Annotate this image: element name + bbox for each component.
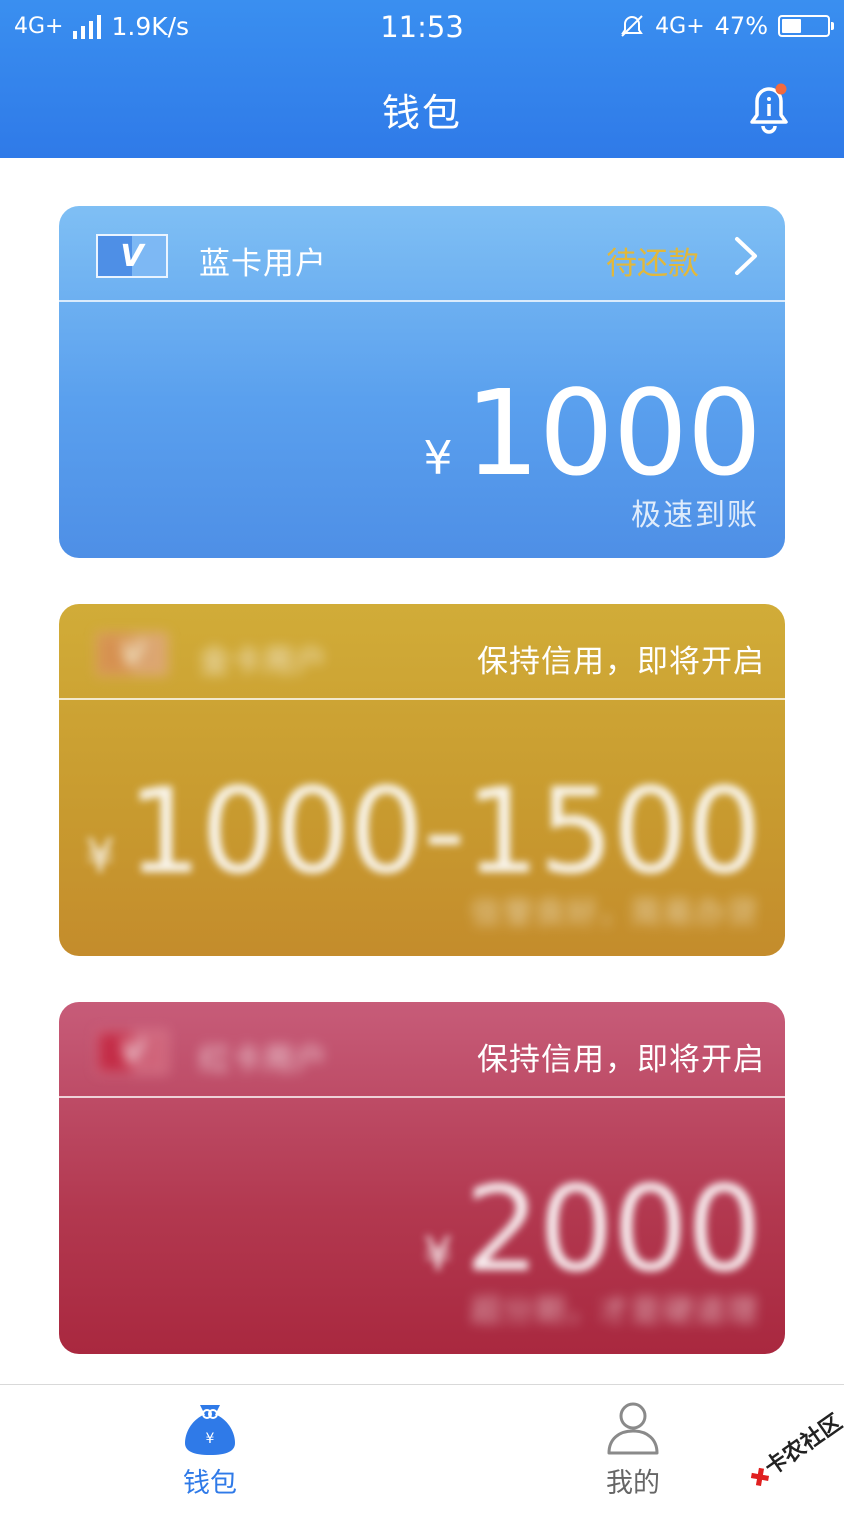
- watermark-text: 卡农社区: [760, 1409, 844, 1481]
- alarm-off-icon: [621, 15, 644, 37]
- watermark: ✖ 卡农社区: [728, 1392, 844, 1514]
- card-badge-icon: V: [96, 1030, 168, 1074]
- money-bag-icon: ¥: [185, 1405, 235, 1455]
- card-header: V 蓝卡用户 待还款: [59, 206, 785, 302]
- card-note: 极速到账: [631, 498, 759, 533]
- card-badge-icon: V: [96, 632, 168, 676]
- blue-card[interactable]: V 蓝卡用户 待还款 ¥ 1000 极速到账: [59, 206, 785, 558]
- card-amount: ¥ 1000-1500: [85, 762, 762, 900]
- red-card: V 红卡用户 保持信用，即将开启 ¥ 2000 超分期，才是硬道理: [59, 1002, 785, 1354]
- status-right: 4G+ 47%: [619, 12, 834, 40]
- bell-icon[interactable]: [744, 82, 794, 138]
- amount-value: 2000: [464, 1160, 762, 1298]
- card-header: V 红卡用户 保持信用，即将开启: [59, 1002, 785, 1098]
- amount-value: 1000: [464, 364, 762, 502]
- nav-wallet-label: 钱包: [183, 1468, 237, 1499]
- card-header: V 金卡用户 保持信用，即将开启: [59, 604, 785, 700]
- svg-text:¥: ¥: [206, 1431, 215, 1447]
- card-name: 红卡用户: [199, 1042, 327, 1078]
- status-bar: 4G+ 1.9K/s 11:53 4G+ 47%: [0, 0, 844, 58]
- repay-status[interactable]: 待还款: [606, 238, 699, 283]
- currency-symbol: ¥: [423, 1227, 453, 1281]
- gold-card: V 金卡用户 保持信用，即将开启 ¥ 1000-1500 信誉良好，简易办贷: [59, 604, 785, 956]
- battery-percent: 47%: [714, 12, 768, 40]
- card-note: 信誉良好，简易办贷: [471, 896, 759, 931]
- user-icon: [607, 1402, 659, 1455]
- card-hint: 保持信用，即将开启: [477, 1042, 765, 1078]
- right-network-type: 4G+: [655, 13, 705, 39]
- card-badge-icon: V: [96, 234, 168, 278]
- nav-mine-label: 我的: [606, 1468, 660, 1499]
- card-name: 蓝卡用户: [199, 246, 327, 282]
- currency-symbol: ¥: [423, 431, 453, 485]
- nav-mine[interactable]: 我的: [563, 1399, 703, 1500]
- card-hint: 保持信用，即将开启: [477, 644, 765, 680]
- card-note: 超分期，才是硬道理: [471, 1294, 759, 1329]
- card-amount: ¥ 1000: [423, 364, 762, 502]
- amount-value: 1000-1500: [126, 762, 762, 900]
- currency-symbol: ¥: [85, 829, 115, 883]
- battery-icon: [778, 15, 834, 37]
- battery-fill: [782, 19, 801, 33]
- card-amount: ¥ 2000: [423, 1160, 762, 1298]
- nav-wallet[interactable]: ¥ 钱包: [140, 1399, 280, 1500]
- bottom-nav: ¥ 钱包 我的 ✖ 卡农社区: [0, 1384, 844, 1501]
- app-header: 4G+ 1.9K/s 11:53 4G+ 47% 钱包: [0, 0, 844, 158]
- page-title: 钱包: [381, 91, 462, 135]
- card-name: 金卡用户: [199, 644, 327, 680]
- chevron-right-icon[interactable]: [733, 236, 759, 276]
